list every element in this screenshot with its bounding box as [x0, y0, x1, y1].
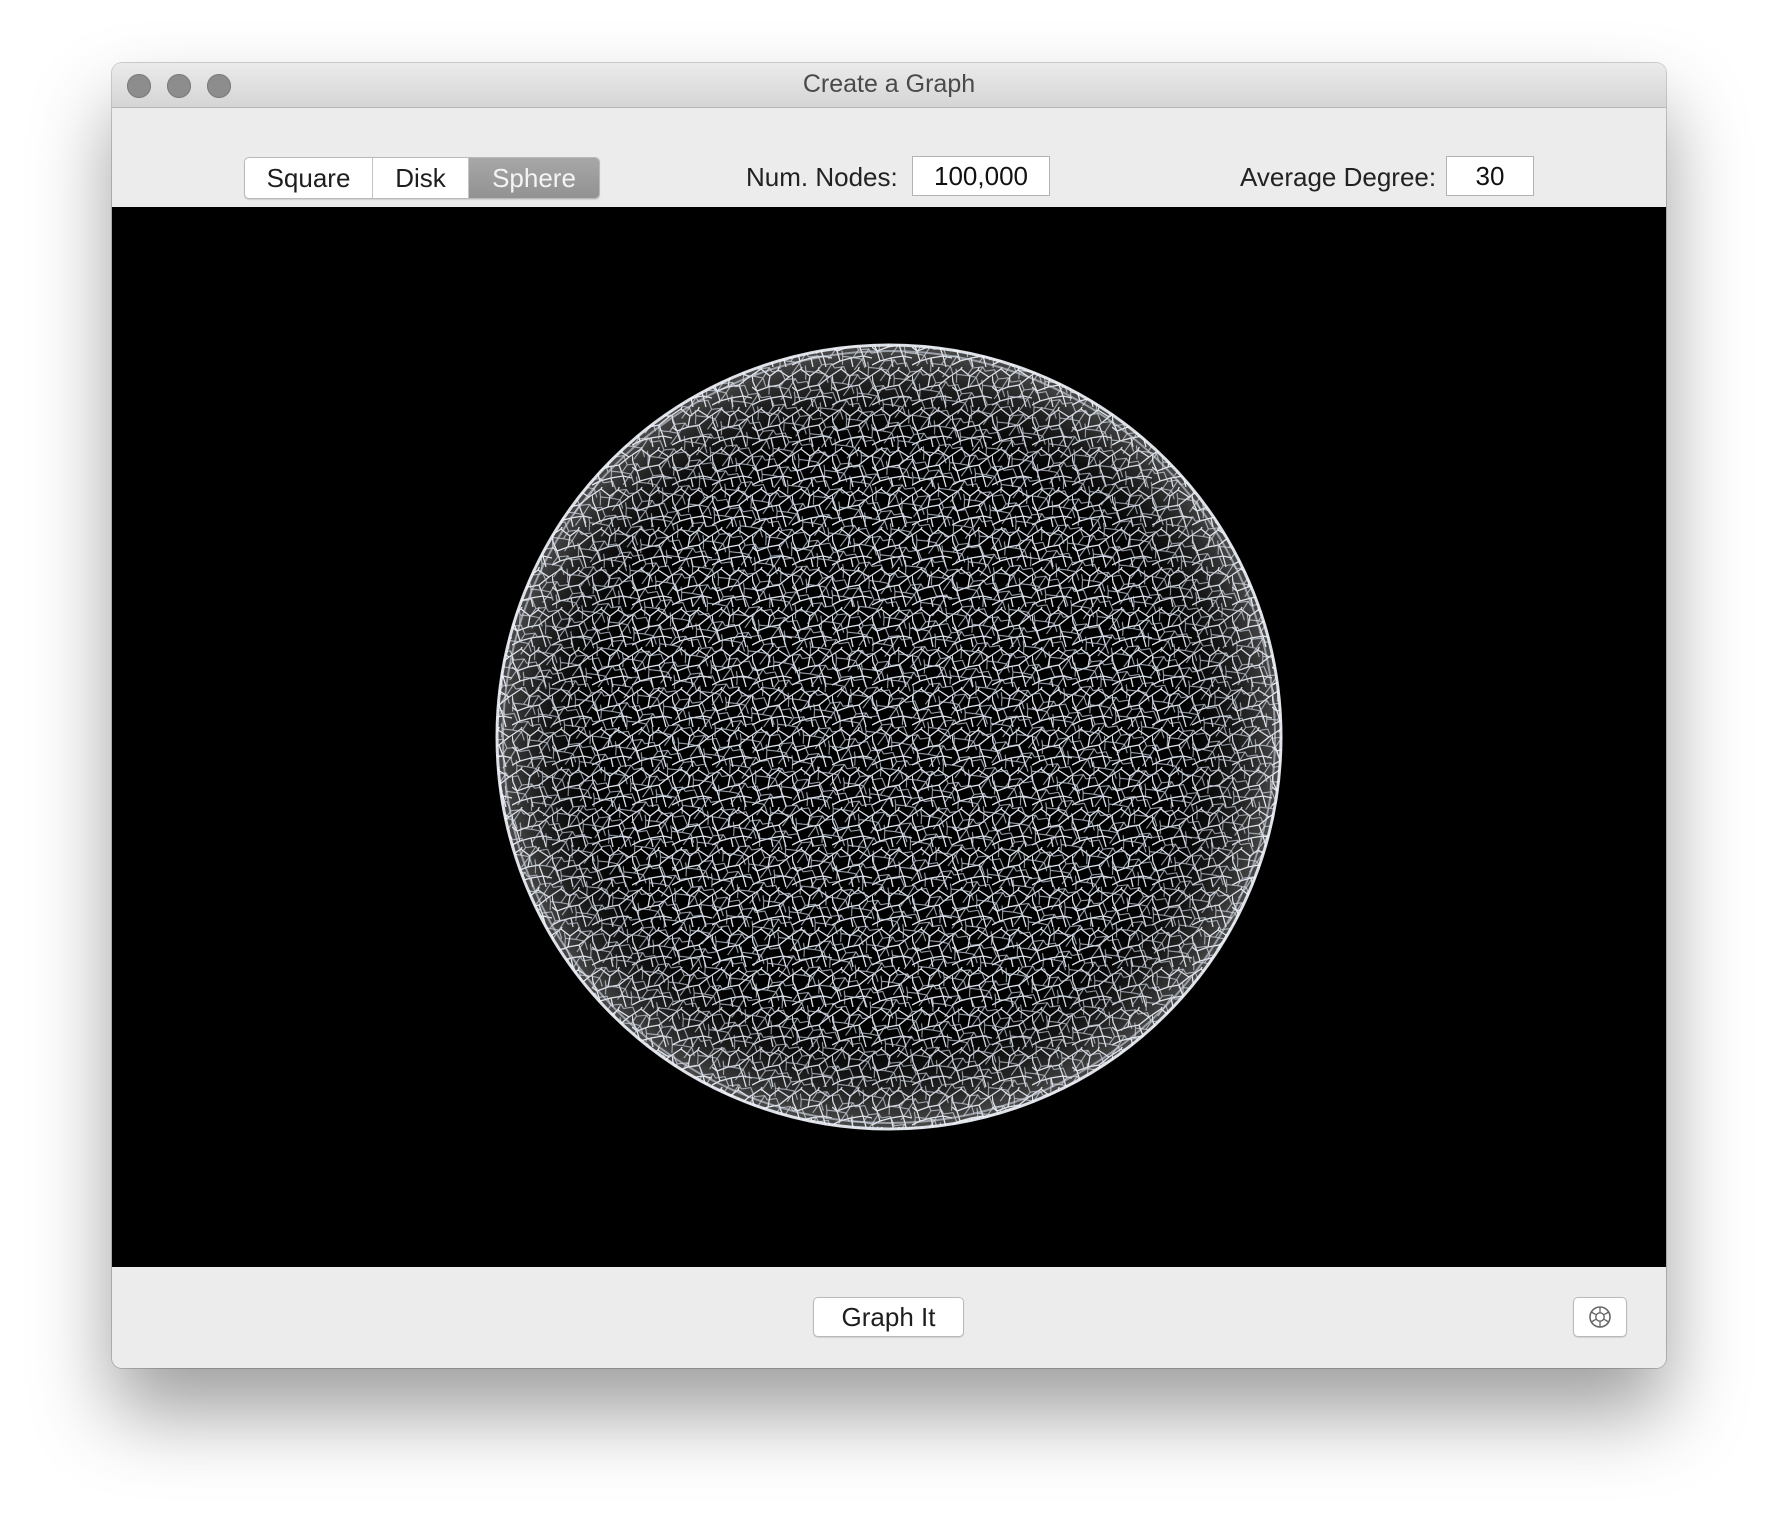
average-degree-field[interactable]: 30: [1446, 156, 1534, 196]
average-degree-label: Average Degree:: [1240, 162, 1437, 192]
title-bar[interactable]: Create a Graph: [112, 63, 1666, 108]
num-nodes-field[interactable]: 100,000: [912, 156, 1050, 196]
num-nodes-label: Num. Nodes:: [746, 162, 898, 192]
gear-icon: [1589, 1306, 1611, 1328]
segment-disk[interactable]: Disk: [373, 158, 469, 198]
sphere-graph: [495, 343, 1283, 1131]
window-title: Create a Graph: [802, 70, 976, 98]
settings-button[interactable]: [1573, 1297, 1627, 1337]
segment-sphere[interactable]: Sphere: [469, 158, 599, 198]
shape-segmented-control[interactable]: Square Disk Sphere: [244, 157, 600, 199]
bottom-bar: Graph It: [112, 1267, 1666, 1368]
graph-canvas[interactable]: [112, 207, 1666, 1267]
segment-square[interactable]: Square: [245, 158, 373, 198]
graph-it-button[interactable]: Graph It: [813, 1297, 964, 1337]
app-window: Create a Graph Square Disk Sphere Num. N…: [112, 63, 1666, 1368]
